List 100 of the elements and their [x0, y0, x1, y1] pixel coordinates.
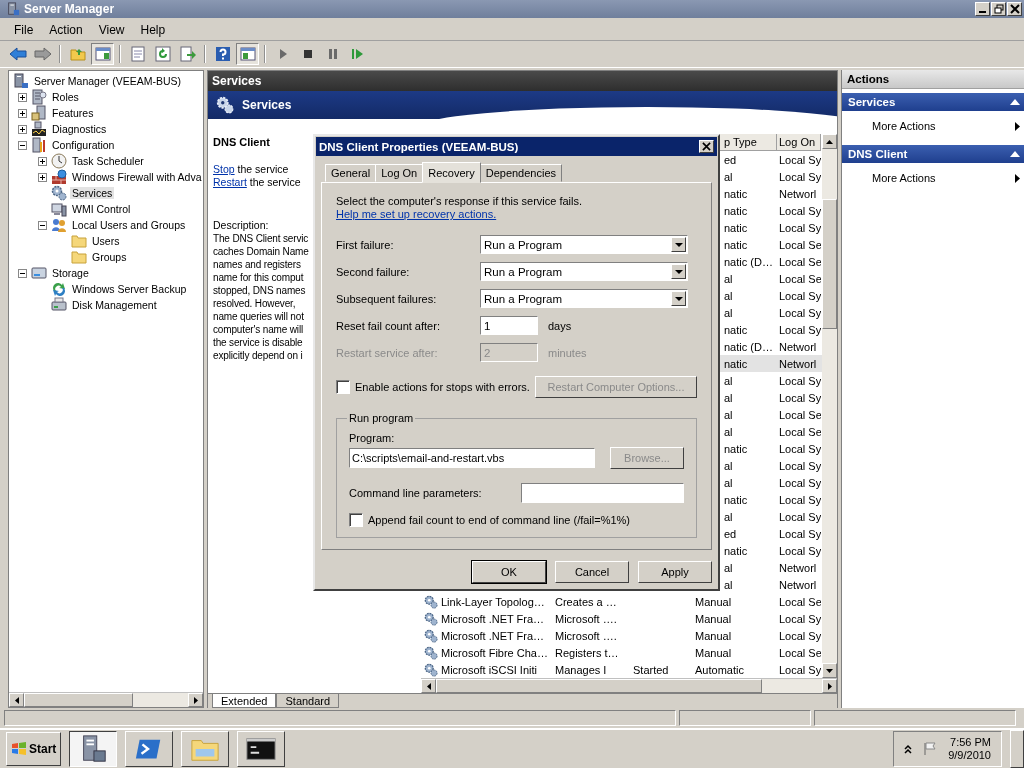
tree-item[interactable]: Windows Firewall with Adva	[70, 171, 204, 183]
action-pane-button[interactable]	[236, 43, 259, 65]
tree-item[interactable]: Users	[90, 235, 122, 247]
table-cell-text: natic (D…	[723, 340, 773, 353]
expander-icon[interactable]	[38, 156, 47, 166]
close-button[interactable]	[699, 140, 714, 153]
tree-item[interactable]: Task Scheduler	[70, 155, 146, 167]
dropdown[interactable]: Run a Program	[480, 262, 688, 281]
scroll-button[interactable]	[822, 134, 837, 149]
expander-icon[interactable]	[18, 268, 27, 278]
collapse-icon[interactable]	[1010, 151, 1020, 157]
show-desktop-button[interactable]	[1010, 730, 1024, 768]
scroll-thumb[interactable]	[822, 199, 837, 329]
submenu-arrow-icon	[1015, 121, 1020, 131]
minimize-button[interactable]	[975, 2, 990, 16]
tree-item[interactable]: Windows Server Backup	[70, 283, 189, 295]
parameters-field[interactable]	[521, 483, 684, 503]
tab[interactable]: Dependencies	[479, 164, 563, 182]
scroll-button[interactable]	[9, 693, 24, 707]
table-cell: Local Se	[779, 272, 821, 285]
expander-icon[interactable]	[18, 124, 27, 134]
tree-item[interactable]: Diagnostics	[50, 123, 109, 135]
list-row[interactable]: Microsoft .NET Fra… Microsoft …. Manual Local Sy	[421, 627, 822, 644]
table-cell: Microsoft .NET Fra…	[441, 612, 545, 625]
list-row[interactable]: Microsoft .NET Fra… Microsoft …. Manual Local Sy	[421, 610, 822, 627]
vertical-scrollbar[interactable]	[822, 134, 837, 678]
menu-item[interactable]: Action	[41, 21, 91, 39]
table-cell-text: al	[723, 170, 733, 183]
table-cell: Local Se	[779, 425, 821, 438]
tree-item[interactable]: Services	[70, 187, 115, 199]
tree-item[interactable]: Local Users and Groups	[70, 219, 188, 231]
table-cell: Local Sy	[779, 306, 821, 319]
folder-icon	[71, 249, 87, 265]
list-row[interactable]: Microsoft Fibre Cha… Registers t… Manual Local Se	[421, 644, 822, 661]
service-link[interactable]: Stop	[213, 163, 235, 175]
scroll-button[interactable]	[822, 663, 837, 678]
field-label: Subsequent failures:	[336, 292, 438, 305]
table-cell-text: natic	[723, 544, 748, 557]
table-cell: Started	[633, 663, 669, 676]
tree-item[interactable]: Server Manager (VEEAM-BUS)	[32, 75, 184, 87]
dialog-button[interactable]: Cancel	[555, 561, 629, 583]
expander-icon[interactable]	[18, 108, 27, 118]
number-field[interactable]: 1	[480, 316, 538, 335]
horizontal-scrollbar[interactable]	[9, 692, 203, 707]
service-link[interactable]: Restart	[213, 176, 247, 188]
flag-icon[interactable]	[924, 742, 937, 756]
tab[interactable]: Recovery	[422, 162, 481, 183]
tree-item[interactable]: Storage	[50, 267, 91, 279]
table-cell: Link-Layer Topolog…	[441, 595, 545, 608]
action-item[interactable]: More Actions	[872, 172, 936, 184]
clock-icon	[51, 153, 67, 169]
tree-item[interactable]: Roles	[50, 91, 81, 103]
view-tab[interactable]: Standard	[276, 694, 340, 708]
start-button[interactable]: Start	[6, 732, 62, 766]
dialog-button[interactable]: Apply	[638, 561, 712, 583]
table-cell: Creates a …	[555, 595, 617, 608]
expander-icon[interactable]	[38, 220, 47, 230]
action-item[interactable]: More Actions	[872, 120, 936, 132]
minimize-icon	[979, 11, 986, 13]
tree-item[interactable]: Configuration	[50, 139, 117, 151]
column-header[interactable]: Log On	[777, 134, 821, 151]
help-link[interactable]: Help me set up recovery actions.	[336, 208, 497, 220]
list-row[interactable]: Microsoft iSCSI Initi Manages I Started Automatic Local Sy	[421, 661, 822, 678]
expander-icon[interactable]	[18, 92, 27, 102]
list-row[interactable]: Link-Layer Topolog… Creates a … Manual Local Se	[421, 593, 822, 610]
collapse-icon[interactable]	[1010, 99, 1020, 105]
dropdown[interactable]: Run a Program	[480, 235, 688, 254]
horizontal-scrollbar[interactable]	[421, 678, 837, 693]
checkbox[interactable]	[336, 380, 350, 394]
section-header[interactable]: Services	[842, 93, 1024, 111]
menu-item[interactable]: File	[6, 21, 42, 39]
tree-item[interactable]: Disk Management	[70, 299, 159, 311]
tree-item[interactable]: WMI Control	[70, 203, 133, 215]
checkbox[interactable]	[349, 513, 363, 527]
section-header[interactable]: DNS Client	[842, 145, 1024, 163]
taskbar-app[interactable]	[69, 731, 118, 767]
table-cell-text: al	[723, 289, 733, 302]
dialog-button[interactable]: OK	[472, 561, 546, 583]
menu-item[interactable]: View	[90, 21, 133, 39]
scroll-button[interactable]	[421, 679, 436, 693]
restore-button[interactable]	[991, 2, 1006, 16]
console-tree-button[interactable]	[91, 43, 114, 65]
close-button[interactable]	[1007, 2, 1022, 16]
tab[interactable]: General	[325, 164, 377, 182]
scroll-button[interactable]	[822, 679, 837, 693]
expander-icon[interactable]	[18, 140, 27, 150]
table-cell: Manual	[695, 646, 732, 659]
chevron-up-icon[interactable]	[904, 744, 913, 754]
view-tab[interactable]: Extended	[212, 694, 277, 708]
tree-item[interactable]: Features	[50, 107, 96, 119]
section-title: DNS Client	[848, 148, 908, 160]
scroll-button[interactable]	[188, 693, 203, 707]
expander-icon[interactable]	[38, 172, 47, 182]
tree-item[interactable]: Groups	[90, 251, 129, 263]
menu-item[interactable]: Help	[132, 21, 174, 39]
tab[interactable]: Log On	[375, 164, 424, 182]
table-cell: Local Sy	[779, 544, 821, 557]
dropdown[interactable]: Run a Program	[480, 289, 688, 308]
program-field[interactable]: C:\scripts\email-and-restart.vbs	[349, 448, 595, 468]
table-cell: Local Se	[779, 595, 821, 608]
